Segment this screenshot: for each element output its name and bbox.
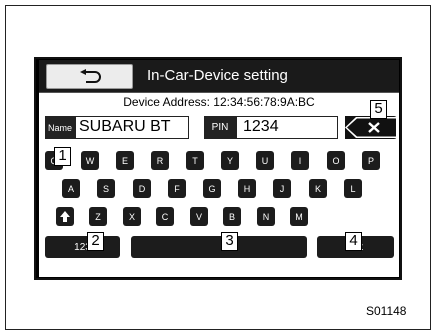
callout-2: 2 <box>87 232 104 251</box>
shift-arrow-icon <box>60 211 70 222</box>
key-e[interactable]: E <box>116 151 134 170</box>
shift-key[interactable] <box>56 207 74 226</box>
pin-field[interactable]: 1234 <box>236 116 338 139</box>
device-address: Device Address: 12:34:56:78:9A:BC <box>123 95 315 109</box>
key-m[interactable]: M <box>290 207 308 226</box>
key-z[interactable]: Z <box>89 207 107 226</box>
key-v[interactable]: V <box>190 207 208 226</box>
key-o[interactable]: O <box>327 151 345 170</box>
key-u[interactable]: U <box>256 151 274 170</box>
key-s[interactable]: S <box>97 179 115 198</box>
key-g[interactable]: G <box>203 179 221 198</box>
callout-3: 3 <box>221 232 238 251</box>
callout-4: 4 <box>345 232 362 251</box>
key-f[interactable]: F <box>168 179 186 198</box>
key-c[interactable]: C <box>156 207 174 226</box>
callout-1: 1 <box>54 147 71 166</box>
key-p[interactable]: P <box>362 151 380 170</box>
space-button[interactable] <box>131 236 307 258</box>
key-j[interactable]: J <box>273 179 291 198</box>
pin-label: PIN <box>204 116 236 139</box>
backspace-button[interactable] <box>345 116 397 139</box>
key-a[interactable]: A <box>62 179 80 198</box>
callout-5: 5 <box>370 100 387 119</box>
name-label: Name <box>45 116 75 139</box>
backspace-icon <box>345 117 397 138</box>
key-t[interactable]: T <box>186 151 204 170</box>
key-i[interactable]: I <box>291 151 309 170</box>
key-h[interactable]: H <box>238 179 256 198</box>
key-w[interactable]: W <box>81 151 99 170</box>
figure-code: S01148 <box>366 304 407 318</box>
key-x[interactable]: X <box>123 207 141 226</box>
title-bar: In-Car-Device setting <box>39 60 399 93</box>
key-y[interactable]: Y <box>221 151 239 170</box>
key-b[interactable]: B <box>223 207 241 226</box>
back-arrow-icon <box>79 68 101 83</box>
page-title: In-Car-Device setting <box>147 67 288 84</box>
key-r[interactable]: R <box>151 151 169 170</box>
key-l[interactable]: L <box>344 179 362 198</box>
key-d[interactable]: D <box>133 179 151 198</box>
key-n[interactable]: N <box>257 207 275 226</box>
name-field[interactable]: SUBARU BT <box>75 116 189 139</box>
numbers-button[interactable]: 123 <box>45 236 120 258</box>
key-k[interactable]: K <box>309 179 327 198</box>
back-button[interactable] <box>46 64 133 89</box>
